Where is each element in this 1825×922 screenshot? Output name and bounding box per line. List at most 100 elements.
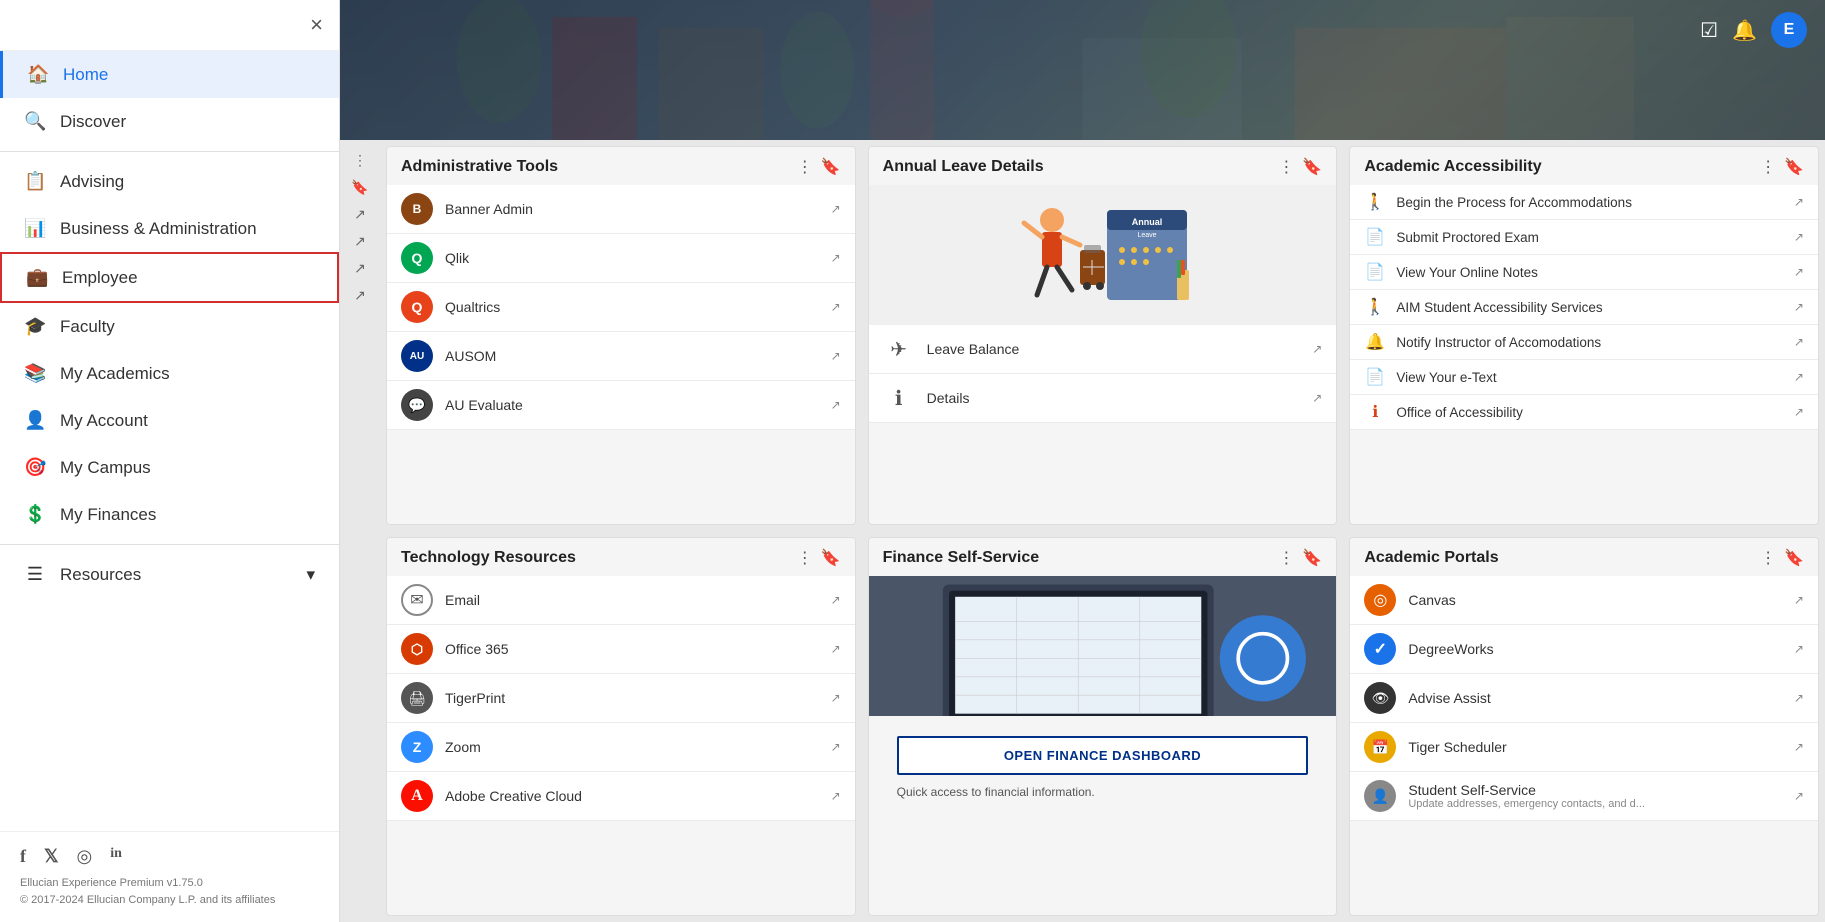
tigerprint-item[interactable]: 🖨 TigerPrint ↗ [387, 674, 855, 723]
academic-accessibility-dots-button[interactable]: ⋮ [1760, 157, 1776, 177]
open-finance-dashboard-button[interactable]: OPEN FINANCE DASHBOARD [897, 736, 1309, 775]
academic-accessibility-header: Academic Accessibility ⋮ 🔖 [1350, 147, 1818, 185]
student-self-service-icon: 👤 [1364, 780, 1396, 812]
student-self-service-label: Student Self-Service [1408, 782, 1782, 798]
notify-instructor-ext: ↗ [1794, 335, 1804, 349]
sidebar-item-business[interactable]: 📊 Business & Administration [0, 205, 339, 252]
canvas-item[interactable]: ◎ Canvas ↗ [1350, 576, 1818, 625]
sidebar-item-my-account[interactable]: 👤 My Account [0, 397, 339, 444]
advise-assist-label: Advise Assist [1408, 690, 1782, 706]
top-bar-icons: ☑ 🔔 E [1700, 12, 1807, 48]
search-icon: 🔍 [24, 111, 46, 132]
close-sidebar-button[interactable]: × [310, 12, 323, 38]
view-online-notes-icon: 📄 [1364, 262, 1386, 282]
tech-resources-dots-button[interactable]: ⋮ [797, 548, 813, 568]
aim-student-item[interactable]: 🚶 AIM Student Accessibility Services ↗ [1350, 290, 1818, 325]
leave-balance-icon: ✈ [883, 333, 915, 365]
notify-instructor-icon: 🔔 [1364, 332, 1386, 352]
sidebar-item-my-campus[interactable]: 🎯 My Campus [0, 444, 339, 491]
sidebar-item-faculty[interactable]: 🎓 Faculty [0, 303, 339, 350]
student-self-service-item[interactable]: 👤 Student Self-Service Update addresses,… [1350, 772, 1818, 821]
admin-tools-dots-button[interactable]: ⋮ [797, 157, 813, 177]
sidebar-header: × [0, 0, 339, 51]
academic-portals-dots-button[interactable]: ⋮ [1760, 548, 1776, 568]
tiger-scheduler-item[interactable]: 📅 Tiger Scheduler ↗ [1350, 723, 1818, 772]
banner-admin-item[interactable]: B Banner Admin ↗ [387, 185, 855, 234]
office365-ext-icon: ↗ [831, 642, 841, 656]
aim-student-icon: 🚶 [1364, 297, 1386, 317]
twitter-x-icon[interactable]: 𝕏 [44, 846, 59, 867]
sidebar-item-advising-label: Advising [60, 172, 124, 192]
footer-line1: Ellucian Experience Premium v1.75.0 [20, 875, 319, 892]
notify-instructor-item[interactable]: 🔔 Notify Instructor of Accomodations ↗ [1350, 325, 1818, 360]
strip-external-2[interactable]: ↗ [354, 233, 366, 250]
tiger-scheduler-ext-icon: ↗ [1794, 740, 1804, 754]
view-etext-item[interactable]: 📄 View Your e-Text ↗ [1350, 360, 1818, 395]
leave-balance-ext-icon: ↗ [1312, 342, 1322, 356]
adobe-label: Adobe Creative Cloud [445, 788, 819, 804]
linkedin-icon[interactable]: in [110, 846, 122, 867]
facebook-icon[interactable]: f [20, 846, 26, 867]
view-online-notes-item[interactable]: 📄 View Your Online Notes ↗ [1350, 255, 1818, 290]
view-online-notes-label: View Your Online Notes [1396, 265, 1784, 280]
technology-resources-body: ✉ Email ↗ ⬡ Office 365 ↗ 🖨 TigerPrint ↗ … [387, 576, 855, 915]
instagram-icon[interactable]: ◎ [77, 846, 93, 867]
ausom-item[interactable]: AU AUSOM ↗ [387, 332, 855, 381]
academic-portals-bookmark-button[interactable]: 🔖 [1784, 548, 1804, 568]
advise-assist-item[interactable]: 👁 Advise Assist ↗ [1350, 674, 1818, 723]
strip-external-4[interactable]: ↗ [354, 287, 366, 304]
faculty-icon: 🎓 [24, 316, 46, 337]
sidebar-item-home[interactable]: 🏠 Home [0, 51, 339, 98]
sidebar-item-my-finances[interactable]: 💲 My Finances [0, 491, 339, 538]
academic-accessibility-bookmark-button[interactable]: 🔖 [1784, 157, 1804, 177]
email-label: Email [445, 592, 819, 608]
au-evaluate-item[interactable]: 💬 AU Evaluate ↗ [387, 381, 855, 430]
tasks-icon[interactable]: ☑ [1700, 18, 1718, 43]
admin-tools-bookmark-button[interactable]: 🔖 [821, 157, 841, 177]
notifications-icon[interactable]: 🔔 [1732, 18, 1757, 43]
begin-accommodations-ext: ↗ [1794, 195, 1804, 209]
user-avatar[interactable]: E [1771, 12, 1807, 48]
submit-proctored-ext: ↗ [1794, 230, 1804, 244]
degreeworks-item[interactable]: ✓ DegreeWorks ↗ [1350, 625, 1818, 674]
leave-details-item[interactable]: ℹ Details ↗ [869, 374, 1337, 423]
leave-balance-item[interactable]: ✈ Leave Balance ↗ [869, 325, 1337, 374]
annual-leave-bookmark-button[interactable]: 🔖 [1302, 157, 1322, 177]
view-etext-icon: 📄 [1364, 367, 1386, 387]
student-self-service-text-group: Student Self-Service Update addresses, e… [1408, 782, 1782, 810]
leave-details-label: Details [927, 390, 1301, 406]
tech-resources-bookmark-button[interactable]: 🔖 [821, 548, 841, 568]
zoom-item[interactable]: Z Zoom ↗ [387, 723, 855, 772]
office365-item[interactable]: ⬡ Office 365 ↗ [387, 625, 855, 674]
view-etext-ext: ↗ [1794, 370, 1804, 384]
finance-dots-button[interactable]: ⋮ [1278, 548, 1294, 568]
academic-accessibility-card: Academic Accessibility ⋮ 🔖 🚶 Begin the P… [1349, 146, 1819, 525]
annual-leave-dots-button[interactable]: ⋮ [1278, 157, 1294, 177]
sidebar-item-advising[interactable]: 📋 Advising [0, 158, 339, 205]
student-self-service-ext-icon: ↗ [1794, 789, 1804, 803]
ausom-ext-icon: ↗ [831, 349, 841, 363]
adobe-item[interactable]: A Adobe Creative Cloud ↗ [387, 772, 855, 821]
email-item[interactable]: ✉ Email ↗ [387, 576, 855, 625]
sidebar-item-discover[interactable]: 🔍 Discover [0, 98, 339, 145]
sidebar-item-my-academics[interactable]: 📚 My Academics [0, 350, 339, 397]
sidebar-item-employee[interactable]: 💼 Employee [0, 252, 339, 303]
finance-bookmark-button[interactable]: 🔖 [1302, 548, 1322, 568]
office-accessibility-item[interactable]: ℹ Office of Accessibility ↗ [1350, 395, 1818, 430]
strip-dots-1[interactable]: ⋮ [353, 152, 367, 169]
strip-external-1[interactable]: ↗ [354, 206, 366, 223]
submit-proctored-item[interactable]: 📄 Submit Proctored Exam ↗ [1350, 220, 1818, 255]
top-banner: ☑ 🔔 E [340, 0, 1825, 140]
qlik-item[interactable]: Q Qlik ↗ [387, 234, 855, 283]
technology-resources-card: Technology Resources ⋮ 🔖 ✉ Email ↗ ⬡ Off… [386, 537, 856, 916]
strip-bookmark-1[interactable]: 🔖 [351, 179, 368, 196]
footer-line2: © 2017-2024 Ellucian Company L.P. and it… [20, 892, 319, 909]
advising-icon: 📋 [24, 171, 46, 192]
annual-leave-header: Annual Leave Details ⋮ 🔖 [869, 147, 1337, 185]
strip-external-3[interactable]: ↗ [354, 260, 366, 277]
sidebar-item-resources[interactable]: ☰ Resources ▾ [0, 551, 339, 598]
tigerprint-label: TigerPrint [445, 690, 819, 706]
qualtrics-item[interactable]: Q Qualtrics ↗ [387, 283, 855, 332]
begin-accommodations-item[interactable]: 🚶 Begin the Process for Accommodations ↗ [1350, 185, 1818, 220]
tiger-scheduler-label: Tiger Scheduler [1408, 739, 1782, 755]
